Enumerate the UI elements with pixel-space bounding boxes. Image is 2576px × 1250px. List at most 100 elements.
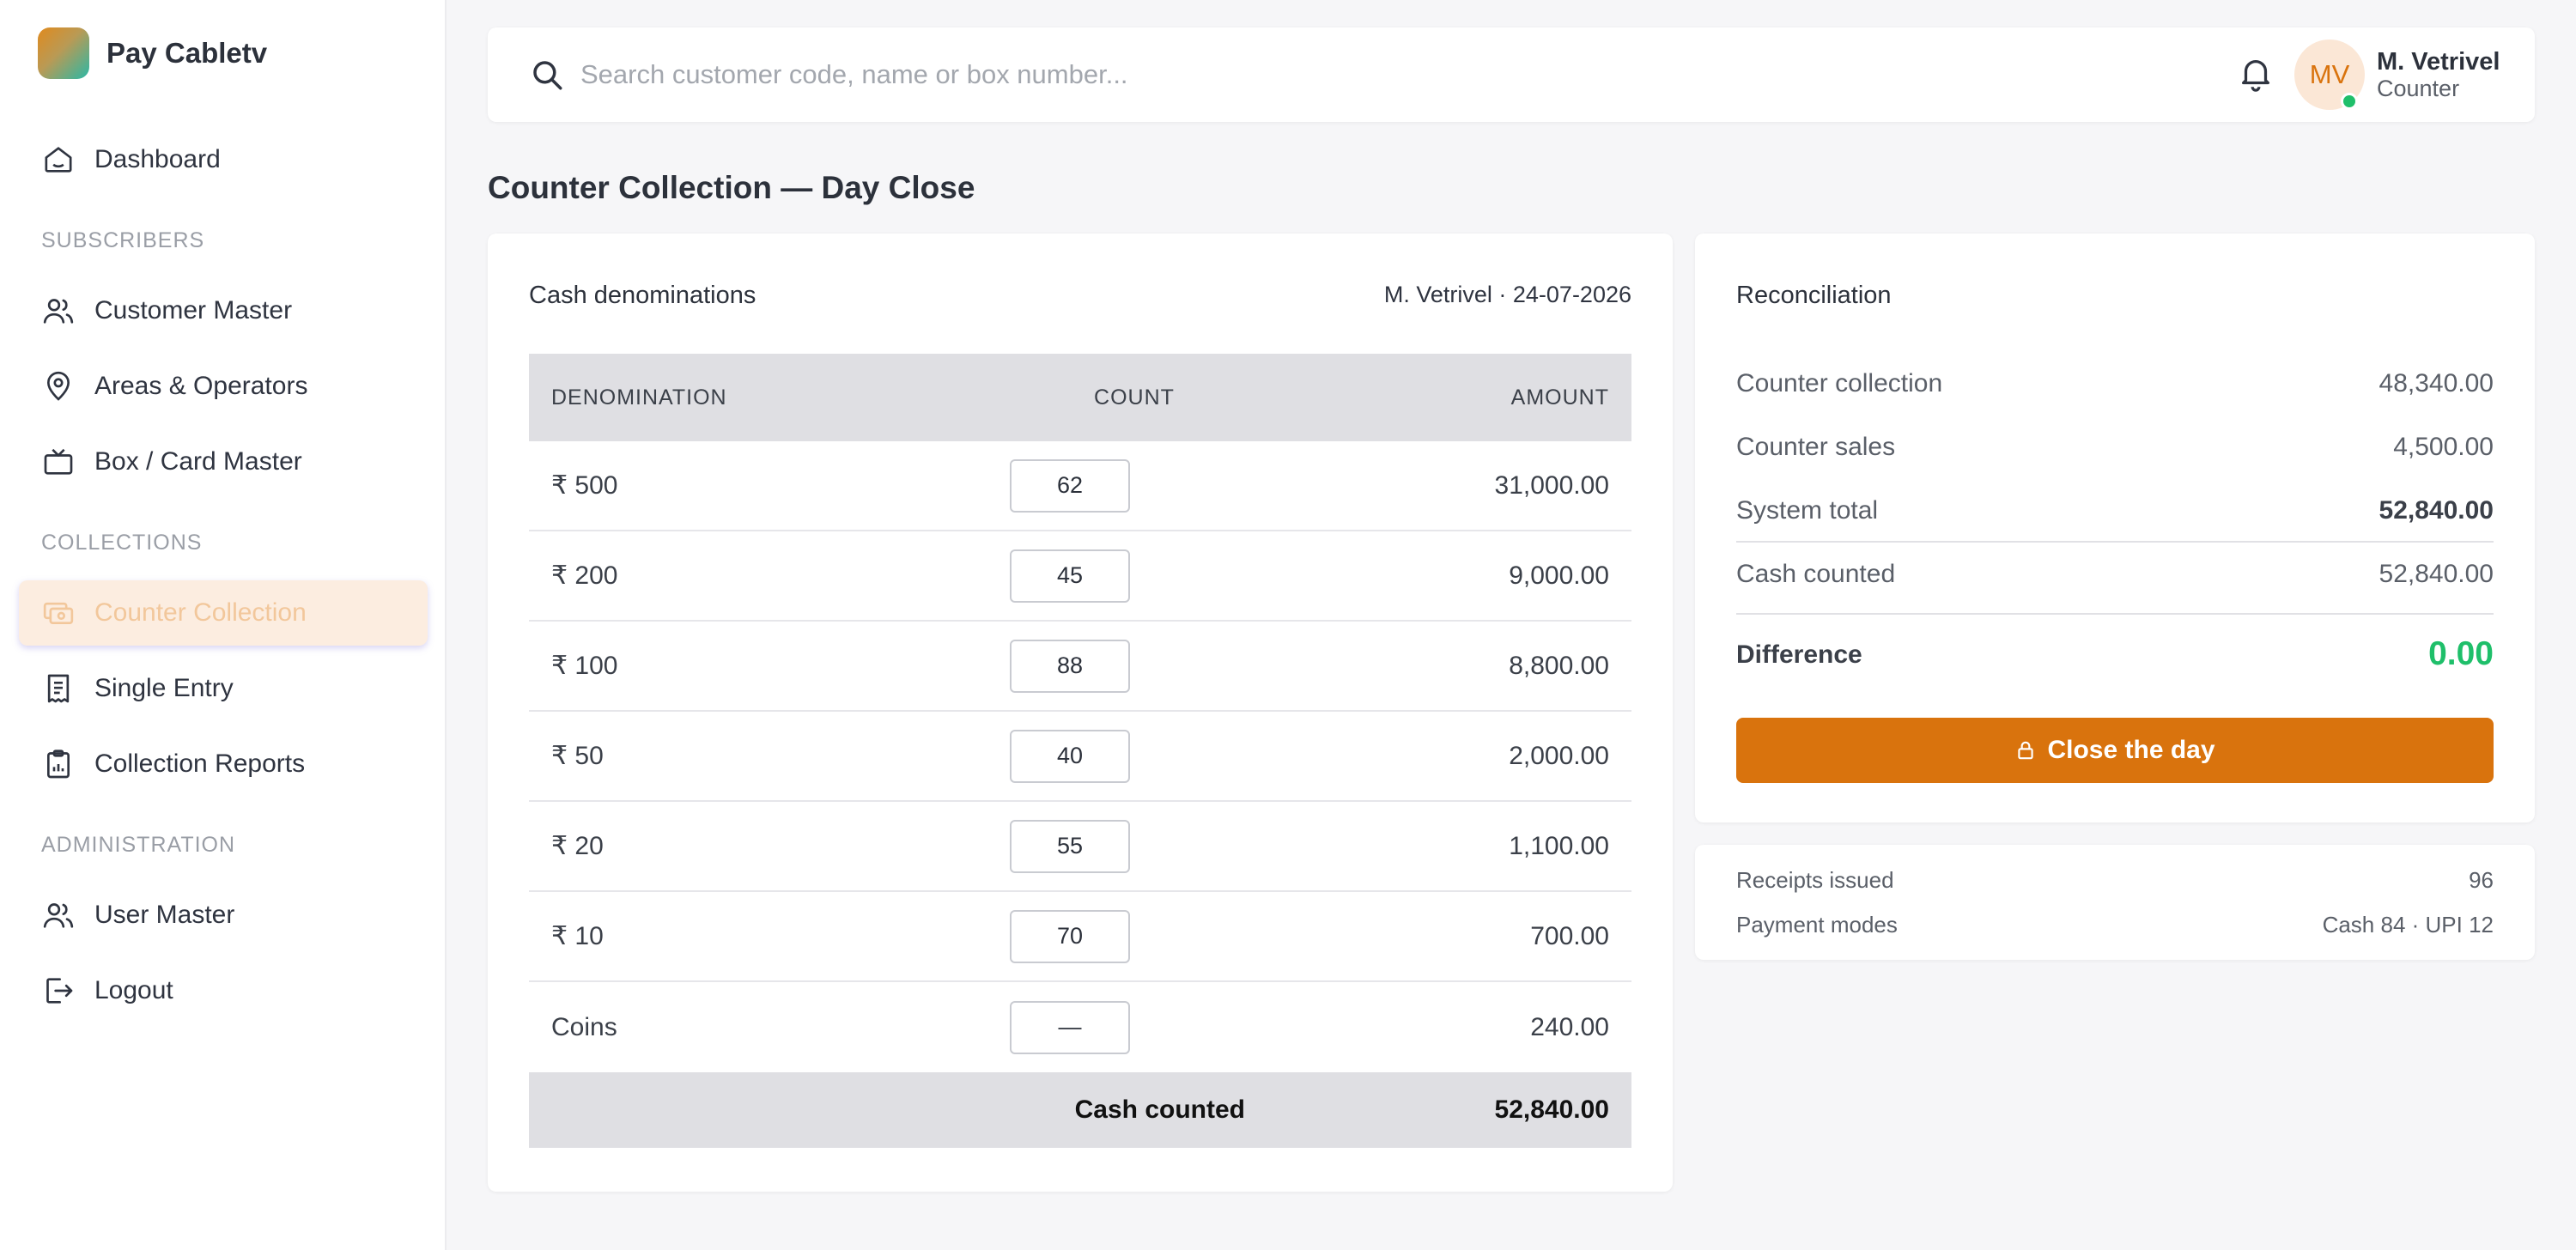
- clipboard-icon: [41, 747, 76, 781]
- table-row: ₹ 50 2,000.00: [529, 712, 1631, 802]
- sidebar-item-counter-collection[interactable]: Counter Collection: [19, 580, 428, 646]
- denomination-label: ₹ 20: [551, 832, 604, 860]
- sidebar-item-label: Single Entry: [94, 674, 234, 702]
- table-row: ₹ 200 9,000.00: [529, 531, 1631, 622]
- sidebar: Pay Cabletv Dashboard SUBSCRIBERS Custom…: [0, 0, 447, 1250]
- amount-value: 1,100.00: [1509, 831, 1609, 860]
- user-name: M. Vetrivel: [2377, 48, 2500, 76]
- bell-icon[interactable]: [2236, 53, 2275, 93]
- count-input[interactable]: [1010, 729, 1130, 783]
- difference-label: Difference: [1736, 640, 1862, 669]
- lock-icon: [2018, 741, 2034, 760]
- count-cell: [993, 819, 1276, 873]
- count-cell: [993, 549, 1276, 603]
- close-the-day-button[interactable]: Close the day: [1736, 718, 2494, 783]
- amount-value: 31,000.00: [1494, 470, 1609, 500]
- reconciliation-row: Counter sales 4,500.00: [1736, 433, 2494, 462]
- row-value: 52,840.00: [2379, 496, 2494, 525]
- sidebar-item-label: Counter Collection: [94, 598, 307, 627]
- table-header: DENOMINATION COUNT AMOUNT: [529, 354, 1631, 441]
- count-cell: [993, 909, 1276, 963]
- search-input[interactable]: [580, 52, 1783, 98]
- receipt-icon: [41, 671, 76, 706]
- table-row: Coins 240.00: [529, 982, 1631, 1072]
- sidebar-item-user-master[interactable]: User Master: [19, 883, 428, 948]
- amount-value: 9,000.00: [1509, 561, 1609, 590]
- sidebar-item-label: Logout: [94, 976, 173, 1004]
- sidebar-item-customer-master[interactable]: Customer Master: [19, 278, 428, 343]
- sidebar-item-areas-operators[interactable]: Areas & Operators: [19, 354, 428, 419]
- sidebar-item-label: Dashboard: [94, 145, 221, 173]
- amount-value: 240.00: [1530, 1012, 1609, 1041]
- count-input[interactable]: [1010, 639, 1130, 693]
- row-value: 96: [2469, 867, 2494, 893]
- tv-icon: [41, 445, 76, 479]
- app-root: Pay Cabletv Dashboard SUBSCRIBERS Custom…: [0, 0, 2576, 1250]
- summary-row: Payment modes Cash 84 · UPI 12: [1736, 912, 2494, 938]
- column-header: COUNT: [1094, 385, 1175, 410]
- search-icon: [533, 61, 562, 90]
- count-input[interactable]: [1010, 458, 1130, 513]
- column-header: DENOMINATION: [551, 385, 727, 410]
- sidebar-item-label: User Master: [94, 901, 235, 929]
- sidebar-item-box-card-master[interactable]: Box / Card Master: [19, 429, 428, 495]
- table-footer: Cash counted 52,840.00: [529, 1072, 1631, 1148]
- card-meta: M. Vetrivel · 24-07-2026: [1383, 282, 1631, 307]
- brand[interactable]: Pay Cabletv: [38, 27, 267, 79]
- row-label: Counter sales: [1736, 433, 1896, 461]
- sidebar-item-label: Areas & Operators: [94, 372, 308, 400]
- sidebar-item-label: Customer Master: [94, 296, 293, 325]
- cash-counted-label: Cash counted: [1074, 1095, 1245, 1124]
- summary-card: Receipts issued 96 Payment modes Cash 84…: [1695, 845, 2535, 960]
- amount-value: 8,800.00: [1509, 651, 1609, 680]
- reconciliation-row: System total 52,840.00: [1736, 496, 2494, 525]
- amount-value: 700.00: [1530, 921, 1609, 950]
- count-cell: [993, 639, 1276, 693]
- card-title: Reconciliation: [1736, 282, 1892, 309]
- section-label-subscribers: SUBSCRIBERS: [41, 228, 205, 252]
- reconciliation-row: Counter collection 48,340.00: [1736, 369, 2494, 398]
- map-pin-icon: [41, 369, 76, 404]
- count-input[interactable]: [1010, 909, 1130, 963]
- users-icon: [41, 294, 76, 328]
- table-row: ₹ 100 8,800.00: [529, 622, 1631, 712]
- denomination-label: ₹ 100: [551, 652, 618, 680]
- sidebar-item-collection-reports[interactable]: Collection Reports: [19, 731, 428, 797]
- sidebar-item-logout[interactable]: Logout: [19, 958, 428, 1023]
- row-label: Cash counted: [1736, 560, 1896, 588]
- denomination-label: ₹ 500: [551, 471, 618, 500]
- table-row: ₹ 20 1,100.00: [529, 802, 1631, 892]
- users-icon: [41, 898, 76, 932]
- count-input[interactable]: [1010, 819, 1130, 873]
- denominations-table: DENOMINATION COUNT AMOUNT ₹ 500 31,000.0…: [529, 354, 1631, 1148]
- button-label: Close the day: [2047, 736, 2215, 764]
- row-label: System total: [1736, 496, 1879, 525]
- top-bar: MV M. Vetrivel Counter: [488, 27, 2535, 122]
- row-value: 48,340.00: [2379, 369, 2494, 397]
- sidebar-item-single-entry[interactable]: Single Entry: [19, 656, 428, 721]
- count-input[interactable]: [1010, 549, 1130, 603]
- cash-icon: [41, 596, 76, 630]
- summary-row: Receipts issued 96: [1736, 867, 2494, 894]
- table-row: ₹ 10 700.00: [529, 892, 1631, 982]
- divider: [1736, 613, 2494, 615]
- reconciliation-card: Reconciliation Counter collection 48,340…: [1695, 234, 2535, 822]
- row-value: 4,500.00: [2393, 433, 2494, 461]
- difference-value: 0.00: [2428, 635, 2494, 672]
- brand-name: Pay Cabletv: [106, 37, 268, 69]
- sidebar-item-dashboard[interactable]: Dashboard: [19, 127, 428, 192]
- amount-value: 2,000.00: [1509, 741, 1609, 770]
- section-label-administration: ADMINISTRATION: [41, 833, 236, 857]
- online-status-dot: [2341, 93, 2358, 110]
- count-cell: [993, 1000, 1276, 1054]
- denomination-label: ₹ 10: [551, 922, 604, 950]
- page-title: Counter Collection — Day Close: [488, 170, 975, 205]
- row-value: Cash 84 · UPI 12: [2322, 912, 2494, 937]
- user-role: Counter: [2377, 76, 2460, 101]
- count-cell: [993, 458, 1276, 513]
- count-input[interactable]: [1010, 1000, 1130, 1054]
- denomination-label: ₹ 50: [551, 742, 604, 770]
- table-row: ₹ 500 31,000.00: [529, 441, 1631, 531]
- denomination-label: ₹ 200: [551, 561, 618, 590]
- divider: [1736, 541, 2494, 543]
